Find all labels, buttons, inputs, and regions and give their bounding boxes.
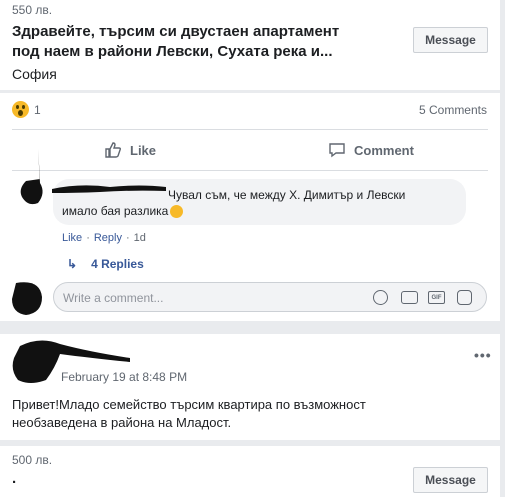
message-button[interactable]: Message xyxy=(413,27,488,53)
comment-button[interactable]: Comment xyxy=(328,130,414,170)
listing-title-line: Здравейте, търсим си двустаен апартамент xyxy=(12,23,340,40)
wow-reaction-icon xyxy=(12,101,29,118)
comment-meta: Like · Reply · 1d xyxy=(62,232,146,244)
post-text-line: Привет!Младо семейство търсим квартира п… xyxy=(12,397,366,412)
comment-input-placeholder: Write a comment... xyxy=(63,291,164,305)
reaction-count: 1 xyxy=(34,102,41,117)
comment-icon xyxy=(329,143,345,158)
divider xyxy=(12,170,488,171)
comment-text-line: имало бая разлика xyxy=(62,204,169,218)
comment-text-line: Чувал съм, че между Х. Димитър и Левски xyxy=(168,188,406,202)
comment-text: Чувал съм, че между Х. Димитър и Левски … xyxy=(62,187,462,219)
post-card: 1 5 Comments Like Comment Чувал съм, че … xyxy=(0,93,500,321)
comment-label: Comment xyxy=(354,142,414,158)
sticker-icon[interactable] xyxy=(457,290,472,305)
avatar xyxy=(20,149,43,205)
listing-title[interactable]: Здравейте, търсим си двустаен апартамент… xyxy=(12,22,339,62)
post-text-line: необзаведена в района на Младост. xyxy=(12,415,232,430)
listing-title[interactable]: . xyxy=(12,470,16,487)
post-text: Привет!Младо семейство търсим квартира п… xyxy=(12,396,366,432)
post-card: February 19 at 8:48 PM ••• Привет!Младо … xyxy=(0,334,500,440)
listing-location: София xyxy=(12,66,57,82)
emoji-icon[interactable] xyxy=(373,290,388,305)
thinking-emoji-icon xyxy=(170,204,184,218)
action-bar: Like Comment xyxy=(12,130,488,170)
message-button[interactable]: Message xyxy=(413,467,488,493)
listing-card: 550 лв. Здравейте, търсим си двустаен ап… xyxy=(0,0,500,90)
listing-card: 500 лв. . Message xyxy=(0,446,500,497)
listing-price: 500 лв. xyxy=(12,453,53,467)
camera-icon[interactable] xyxy=(401,291,418,304)
listing-title-line: под наем в райони Левски, Сухата река и.… xyxy=(12,43,333,60)
more-options-icon[interactable]: ••• xyxy=(474,347,492,363)
replies-count: 4 Replies xyxy=(91,257,144,271)
reply-arrow-icon: ↳ xyxy=(67,257,78,271)
reaction-summary[interactable]: 1 xyxy=(12,101,41,118)
view-replies-link[interactable]: ↳ 4 Replies xyxy=(67,257,144,271)
listing-price: 550 лв. xyxy=(12,3,53,17)
avatar xyxy=(12,340,131,383)
separator-dot: · xyxy=(86,232,90,244)
like-label: Like xyxy=(130,142,157,158)
comment-timestamp[interactable]: 1d xyxy=(134,232,146,244)
separator-dot: · xyxy=(125,232,130,244)
avatar xyxy=(12,282,42,315)
comment-input[interactable]: Write a comment... GIF xyxy=(53,282,487,312)
gif-icon[interactable]: GIF xyxy=(428,291,445,304)
comments-count[interactable]: 5 Comments xyxy=(419,103,487,117)
comment-like-link[interactable]: Like xyxy=(62,232,82,244)
comment-reply-link[interactable]: Reply xyxy=(94,232,122,244)
thumbs-up-icon xyxy=(105,142,122,158)
comment-text-line: имало бая разлика xyxy=(62,203,462,219)
post-date[interactable]: February 19 at 8:48 PM xyxy=(61,370,187,384)
like-button[interactable]: Like xyxy=(104,130,156,170)
